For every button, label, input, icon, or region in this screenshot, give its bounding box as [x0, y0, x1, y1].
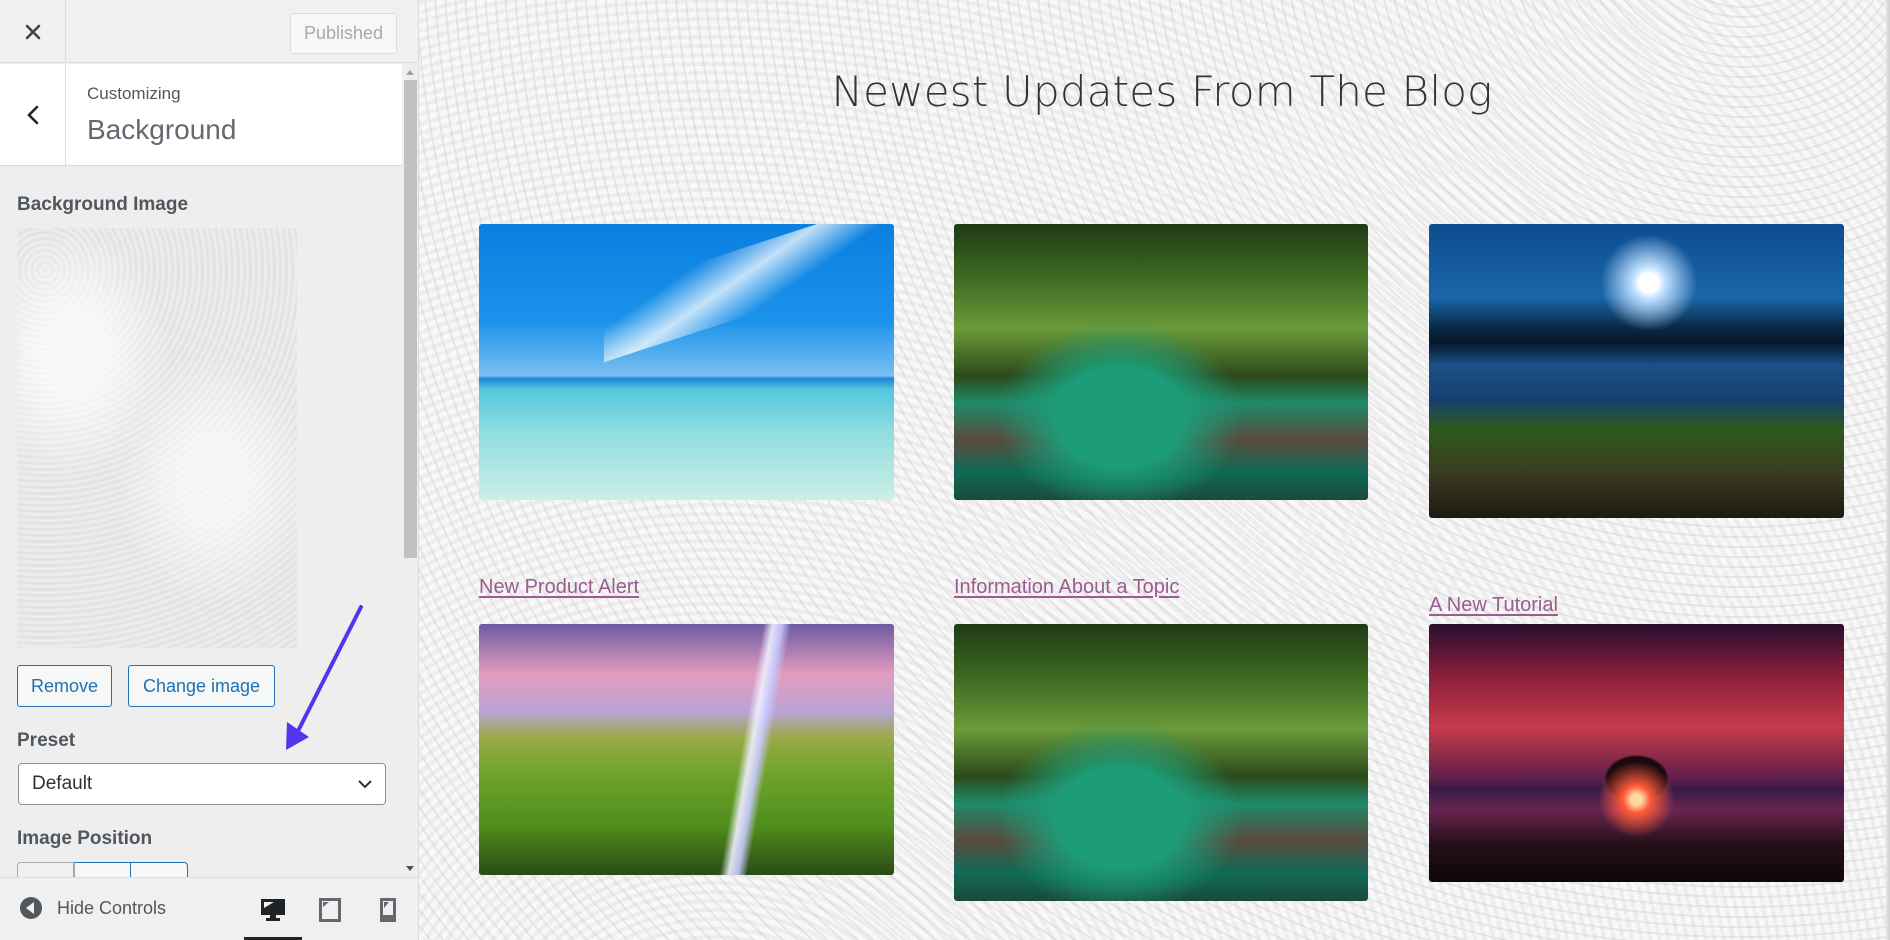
- customizer-footer: Hide Controls: [0, 877, 418, 940]
- scroll-up-arrow[interactable]: [406, 70, 414, 75]
- mobile-icon: [380, 897, 396, 922]
- change-image-button[interactable]: Change image: [128, 665, 275, 707]
- preview-mobile-button[interactable]: [359, 878, 417, 940]
- post-image-beach[interactable]: [479, 224, 894, 500]
- post-image-river[interactable]: [954, 224, 1368, 500]
- preset-select[interactable]: Default: [18, 763, 386, 805]
- chevron-down-icon: [358, 780, 372, 789]
- breadcrumb: Customizing: [87, 84, 181, 103]
- preset-selected-value: Default: [32, 773, 93, 794]
- published-button[interactable]: Published: [290, 13, 397, 54]
- back-button[interactable]: [0, 64, 66, 166]
- post-image-river-2[interactable]: [954, 624, 1368, 901]
- tablet-icon: [319, 897, 341, 922]
- background-image-thumbnail[interactable]: [17, 228, 297, 648]
- preset-label: Preset: [17, 730, 76, 751]
- remove-image-button[interactable]: Remove: [17, 665, 112, 707]
- customizer-sidebar: Published Customizing Background Backgro…: [0, 0, 419, 940]
- post-link-new-product-alert[interactable]: New Product Alert: [479, 576, 639, 599]
- preview-tablet-button[interactable]: [301, 878, 359, 940]
- preview-desktop-button[interactable]: [244, 878, 302, 940]
- section-title: Background: [87, 114, 237, 145]
- section-title-panel: Customizing Background: [0, 64, 402, 166]
- chevron-left-icon: [26, 105, 38, 125]
- hide-controls-label: Hide Controls: [57, 897, 167, 918]
- post-image-waterfall[interactable]: [479, 624, 894, 875]
- post-image-lake-dock[interactable]: [1429, 224, 1844, 518]
- customizer-header: Published: [0, 0, 418, 63]
- post-link-information-about-a-topic[interactable]: Information About a Topic: [954, 576, 1179, 599]
- close-customizer-button[interactable]: [0, 0, 66, 63]
- collapse-arrow-icon: [20, 897, 42, 919]
- image-position-label: Image Position: [17, 828, 153, 849]
- site-preview: Newest Updates From The Blog New Product…: [419, 0, 1890, 940]
- hide-controls-button[interactable]: Hide Controls: [19, 896, 166, 920]
- post-image-sunset-tree[interactable]: [1429, 624, 1844, 882]
- blog-heading: Newest Updates From The Blog: [831, 67, 1493, 116]
- close-icon: [25, 24, 40, 39]
- background-image-label: Background Image: [17, 194, 189, 215]
- sidebar-scrollbar-thumb[interactable]: [404, 80, 417, 558]
- desktop-icon: [261, 898, 285, 921]
- post-link-a-new-tutorial[interactable]: A New Tutorial: [1429, 594, 1558, 617]
- scroll-down-arrow[interactable]: [406, 866, 414, 871]
- preview-edge: [1886, 0, 1890, 940]
